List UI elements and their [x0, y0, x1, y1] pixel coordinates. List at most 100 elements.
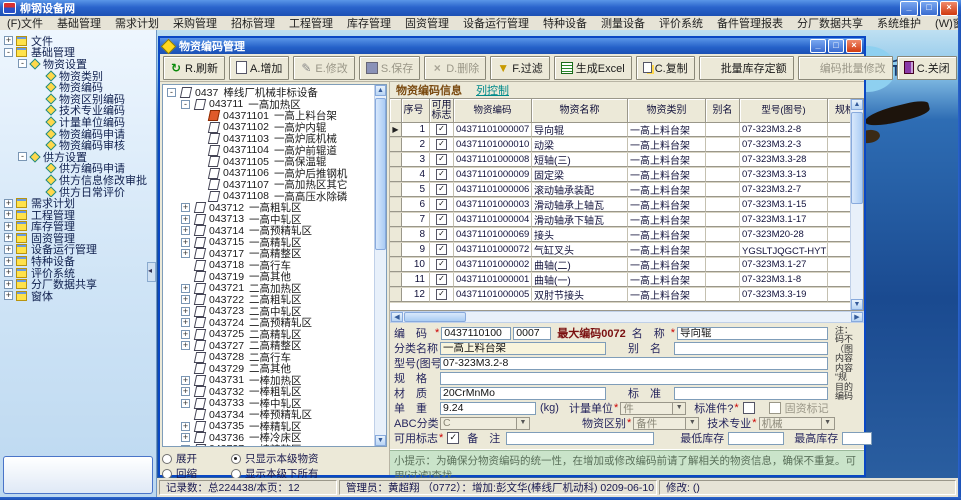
menu-item[interactable]: 库存管理 [340, 15, 398, 31]
tree-item[interactable]: 04371105 一高保温辊 [165, 156, 386, 168]
menu-item[interactable]: 设备运行管理 [456, 15, 536, 31]
tree-item[interactable]: + 043712 一高粗轧区 [165, 202, 386, 214]
mdi-close-icon[interactable]: × [846, 39, 862, 53]
tree-item[interactable]: + 043722 二高粗轧区 [165, 294, 386, 306]
expand-icon[interactable]: - [4, 48, 13, 57]
menu-item[interactable]: 招标管理 [224, 15, 282, 31]
weight-field[interactable]: 9.24 [440, 402, 536, 415]
std-part-checkbox[interactable] [743, 402, 755, 414]
material-field[interactable]: 20CrMnMo [440, 387, 606, 400]
sidebar-item[interactable]: 物资编码审核 [0, 139, 156, 151]
toolbar-button[interactable]: C.复制 [636, 56, 695, 80]
sidebar-collapse-button[interactable]: ◂ [147, 262, 156, 282]
max-stock-field[interactable] [842, 432, 872, 445]
column-control-link[interactable]: 列控制 [476, 82, 509, 98]
expand-icon[interactable]: - [181, 100, 190, 109]
expand-icon[interactable]: + [181, 226, 190, 235]
tree-item[interactable]: + 043713 一高中轧区 [165, 214, 386, 226]
col-model[interactable]: 型号(图号) [740, 99, 828, 123]
row-checkbox[interactable]: ✓ [436, 274, 447, 285]
sidebar-item[interactable]: 物资区别编码 [0, 93, 156, 105]
expand-icon[interactable]: + [181, 249, 190, 258]
expand-icon[interactable]: + [4, 233, 13, 242]
menu-item[interactable]: 需求计划 [108, 15, 166, 31]
sidebar-item[interactable]: 供方日常评价 [0, 186, 156, 198]
row-checkbox[interactable]: ✓ [436, 169, 447, 180]
name-field[interactable]: 导向辊 [677, 327, 828, 340]
toolbar-button[interactable]: S.保存 [359, 56, 420, 80]
tree-item[interactable]: 04371102 一高炉内辊 [165, 122, 386, 134]
table-row[interactable]: 4 ✓ 04371101000009 固定梁 一高上料台架 07-323M3.3… [390, 168, 863, 183]
min-stock-field[interactable] [728, 432, 784, 445]
sidebar-item[interactable]: + 需求计划 [0, 197, 156, 209]
expand-icon[interactable]: + [181, 318, 190, 327]
expand-icon[interactable]: + [4, 245, 13, 254]
code-prefix-field[interactable]: 0437110100 [441, 327, 511, 340]
tree-item[interactable]: + 043715 一高精轧区 [165, 237, 386, 249]
col-code[interactable]: 物资编码 [454, 99, 532, 123]
tree-scrollbar[interactable]: ▲ ▼ [374, 85, 386, 446]
tree-item[interactable]: - 043711 一高加热区 [165, 99, 386, 111]
mdi-minimize-icon[interactable]: _ [810, 39, 826, 53]
expand-icon[interactable]: + [181, 433, 190, 442]
menu-item[interactable]: 特种设备 [536, 15, 594, 31]
expand-icon[interactable]: + [181, 203, 190, 212]
tree-item[interactable]: + 043727 二高精整区 [165, 340, 386, 352]
table-row[interactable]: 10 ✓ 04371101000002 曲轴(二) 一高上料台架 07-323M… [390, 258, 863, 273]
expand-icon[interactable]: + [181, 399, 190, 408]
tree-item[interactable]: + 043736 一棒冷床区 [165, 432, 386, 444]
menu-item[interactable]: 测量设备 [594, 15, 652, 31]
col-cat[interactable]: 物资类别 [628, 99, 706, 123]
scroll-down-icon[interactable]: ▼ [375, 435, 386, 446]
row-checkbox[interactable]: ✓ [436, 289, 447, 300]
menu-item[interactable]: 采购管理 [166, 15, 224, 31]
tree-item[interactable]: 043729 二高其他 [165, 363, 386, 375]
sidebar-item[interactable]: 供方信息修改审批 [0, 174, 156, 186]
expand-icon[interactable]: + [4, 199, 13, 208]
toolbar-button[interactable]: E.修改 [293, 56, 354, 80]
row-checkbox[interactable]: ✓ [436, 154, 447, 165]
col-alias[interactable]: 别名 [706, 99, 740, 123]
asset-flag-checkbox[interactable] [769, 402, 781, 414]
tree-item[interactable]: 04371107 一高加热区其它 [165, 179, 386, 191]
tree-item[interactable]: 043718 一高行车 [165, 260, 386, 272]
sidebar-item[interactable]: + 文件 [0, 35, 156, 47]
menu-item[interactable]: (W)窗口 [928, 15, 961, 31]
alias-field[interactable] [674, 342, 828, 355]
close-icon[interactable]: × [940, 1, 958, 16]
toolbar-button[interactable]: F.过滤 [490, 56, 550, 80]
tree-item[interactable]: + 043725 二高精轧区 [165, 329, 386, 341]
sidebar-item[interactable]: + 窗体 [0, 290, 156, 302]
scroll-down-icon[interactable]: ▼ [851, 299, 863, 310]
tree-item[interactable]: 043719 一高其他 [165, 271, 386, 283]
chevron-down-icon[interactable]: ▼ [516, 418, 529, 429]
menu-item[interactable]: 备件管理报表 [710, 15, 790, 31]
expand-icon[interactable]: + [181, 445, 190, 447]
sidebar-item[interactable]: + 设备运行管理 [0, 244, 156, 256]
row-checkbox[interactable]: ✓ [436, 184, 447, 195]
expand-icon[interactable]: + [4, 291, 13, 300]
menu-item[interactable]: 工程管理 [282, 15, 340, 31]
sidebar-item[interactable]: 物资类别 [0, 70, 156, 82]
expand-icon[interactable]: + [4, 280, 13, 289]
tree-item[interactable]: 043728 二高行车 [165, 352, 386, 364]
tech-select[interactable]: 机械▼ [759, 417, 835, 430]
expand-icon[interactable]: + [181, 307, 190, 316]
abc-select[interactable]: C▼ [440, 417, 530, 430]
class-field[interactable]: 一高上料台架 [440, 342, 606, 355]
note-field[interactable] [506, 432, 654, 445]
row-checkbox[interactable]: ✓ [436, 199, 447, 210]
scroll-right-icon[interactable]: ▶ [851, 312, 863, 322]
standard-field[interactable] [674, 387, 828, 400]
toolbar-button[interactable]: C.关闭 [897, 56, 957, 80]
only-level-option[interactable]: 只显示本级物资 [231, 451, 319, 466]
toolbar-button[interactable]: 编码批量修改 [798, 56, 893, 80]
sidebar-item[interactable]: + 特种设备 [0, 255, 156, 267]
sidebar-item[interactable]: 供方编码申请 [0, 163, 156, 175]
radio-icon[interactable] [162, 454, 172, 464]
tree-item[interactable]: 04371101 一高上料台架 [165, 110, 386, 122]
row-checkbox[interactable]: ✓ [436, 229, 447, 240]
tree-item[interactable]: + 043723 二高中轧区 [165, 306, 386, 318]
menu-item[interactable]: 固资管理 [398, 15, 456, 31]
sidebar-item[interactable]: 技术专业编码 [0, 105, 156, 117]
